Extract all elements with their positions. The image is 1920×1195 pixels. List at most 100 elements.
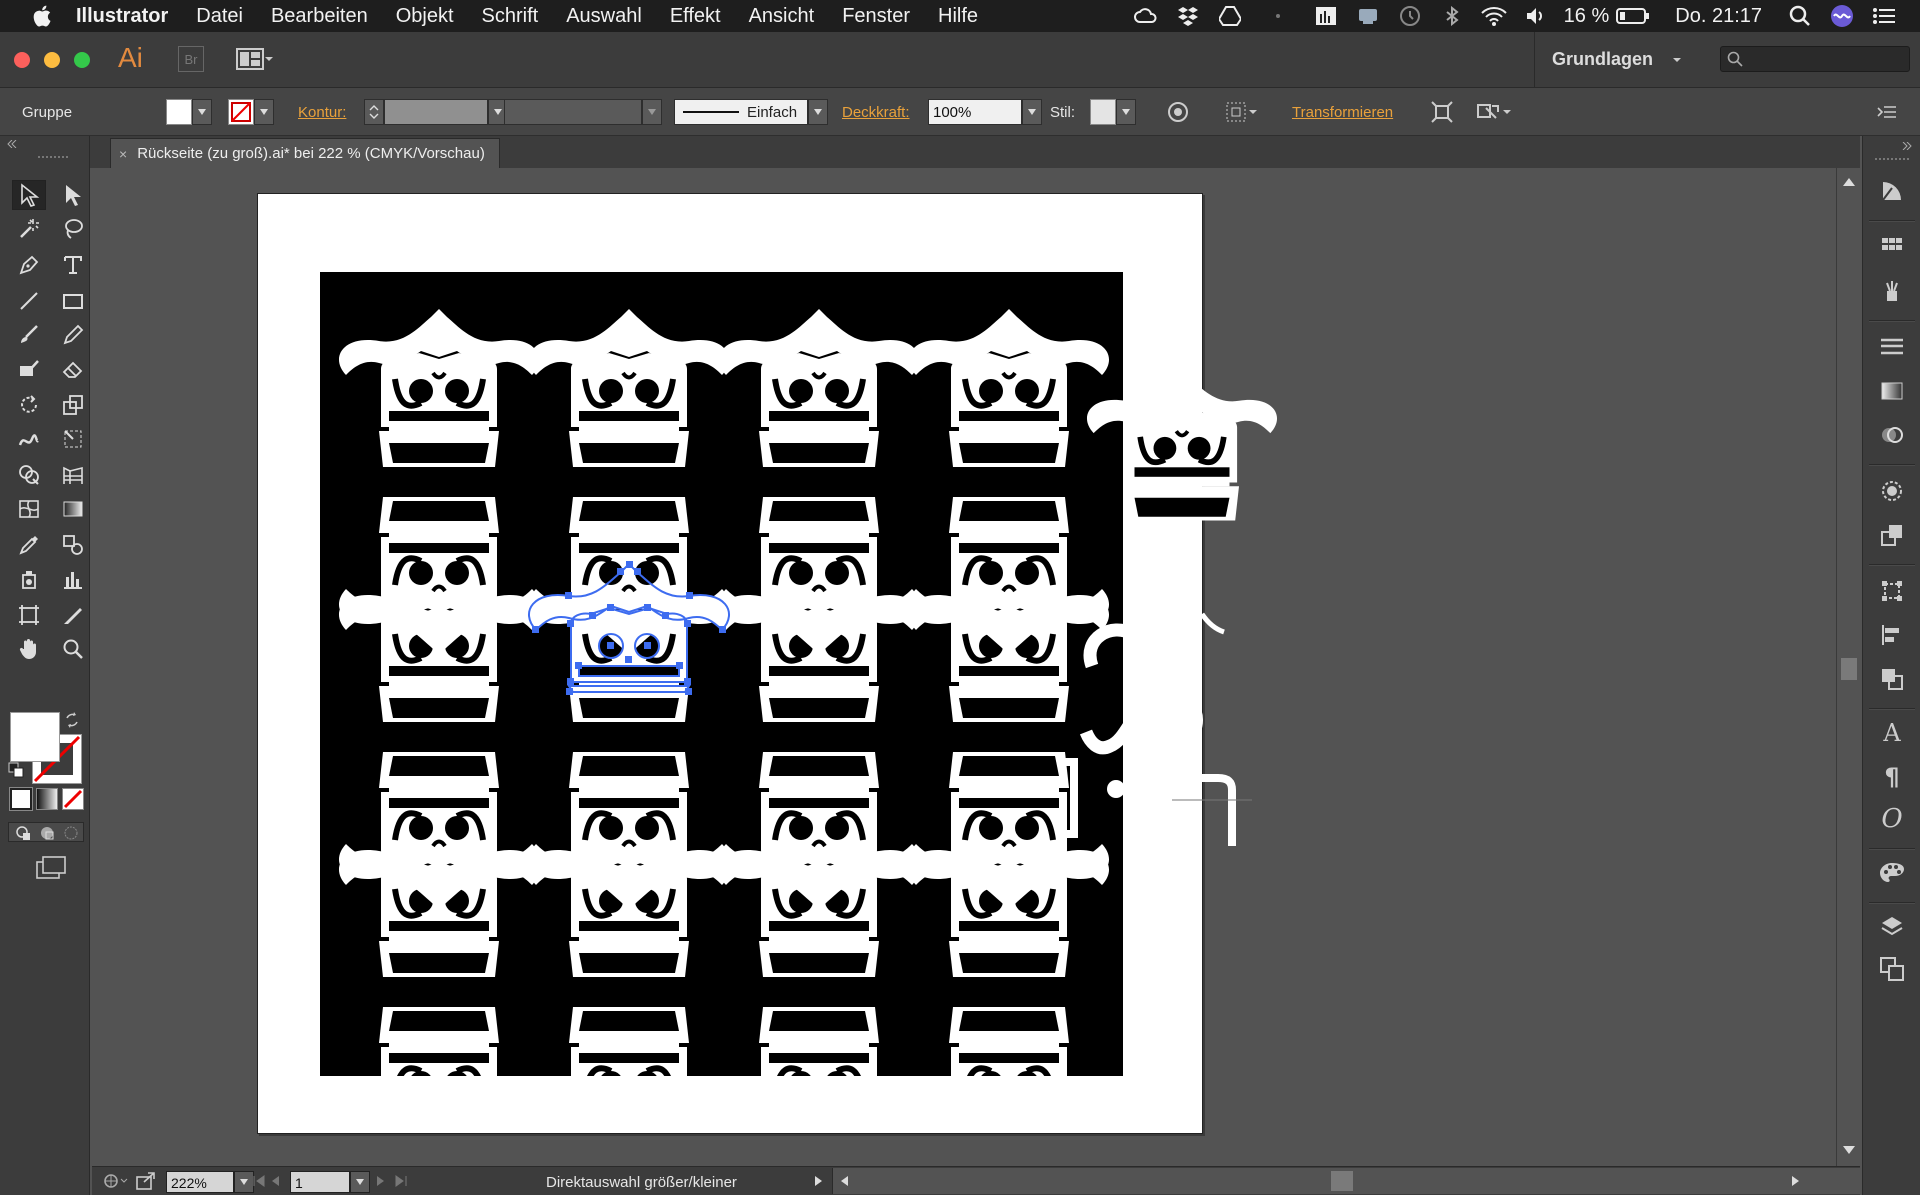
width-tool[interactable] xyxy=(12,424,46,454)
bridge-button[interactable]: Br xyxy=(178,46,204,72)
menu-ansicht[interactable]: Ansicht xyxy=(749,5,815,28)
width-profile-dropdown[interactable] xyxy=(642,99,662,125)
stroke-weight-stepper[interactable] xyxy=(364,99,384,125)
fill-color-swatch[interactable] xyxy=(10,712,60,762)
help-search-input[interactable] xyxy=(1720,46,1910,72)
apple-icon[interactable] xyxy=(30,3,56,29)
brush-definition-control[interactable]: Einfach xyxy=(674,98,828,126)
stroke-swatch-none[interactable] xyxy=(228,99,254,125)
graphic-style-swatch[interactable] xyxy=(1090,99,1116,125)
window-minimize-button[interactable] xyxy=(44,52,60,68)
horizontal-scroll-thumb[interactable] xyxy=(1331,1171,1353,1191)
google-drive-icon[interactable] xyxy=(1216,5,1244,27)
glyph-stroke[interactable] xyxy=(1138,611,1181,633)
expand-panels-icon[interactable] xyxy=(1901,142,1913,150)
recolor-artwork-button[interactable] xyxy=(1166,98,1190,126)
menu-effekt[interactable]: Effekt xyxy=(670,5,721,28)
app-menu[interactable]: Illustrator xyxy=(76,5,168,28)
appearance-panel-button[interactable] xyxy=(1877,476,1907,506)
close-tab-icon[interactable]: × xyxy=(119,146,127,162)
stroke-panel-link[interactable]: Kontur: xyxy=(298,98,346,126)
pasteboard-glyph-pieces[interactable] xyxy=(1052,348,1282,848)
panel-grip[interactable] xyxy=(1875,158,1909,160)
bluetooth-icon[interactable] xyxy=(1438,5,1466,27)
draw-behind-icon[interactable] xyxy=(39,825,55,841)
align-options-button[interactable] xyxy=(1224,98,1258,126)
zoom-level-input[interactable]: 222% xyxy=(166,1171,234,1193)
glyph-stroke[interactable] xyxy=(1199,612,1225,635)
wifi-icon[interactable] xyxy=(1480,5,1508,27)
mesh-tool[interactable] xyxy=(12,494,46,524)
character-panel-button[interactable]: A xyxy=(1877,718,1907,748)
graphic-style-dropdown[interactable] xyxy=(1116,99,1136,125)
transform-panel-link[interactable]: Transformieren xyxy=(1292,98,1393,126)
previous-artboard-icon[interactable] xyxy=(270,1175,280,1187)
column-graph-tool[interactable] xyxy=(56,564,90,594)
menu-datei[interactable]: Datei xyxy=(196,5,243,28)
paintbrush-tool[interactable] xyxy=(12,320,46,350)
fill-color-control[interactable] xyxy=(166,98,212,126)
opacity-panel-link[interactable]: Deckkraft: xyxy=(842,98,910,126)
stroke-color-control[interactable] xyxy=(228,98,274,126)
variable-width-profile[interactable] xyxy=(504,98,662,126)
gradient-mode-button[interactable] xyxy=(36,788,58,810)
opacity-input[interactable]: 100% xyxy=(928,99,1022,125)
transform-panel-button[interactable] xyxy=(1877,576,1907,606)
battery-icon[interactable] xyxy=(1615,5,1651,27)
creative-cloud-icon[interactable] xyxy=(1132,5,1160,27)
transparency-panel-button[interactable] xyxy=(1877,420,1907,450)
gradient-tool[interactable] xyxy=(56,494,90,524)
volume-icon[interactable] xyxy=(1522,5,1550,27)
brushes-panel-button[interactable] xyxy=(1877,276,1907,306)
pen-tool[interactable] xyxy=(12,250,46,280)
spotlight-search-icon[interactable] xyxy=(1786,5,1814,27)
width-profile-field[interactable] xyxy=(504,99,642,125)
magic-wand-tool[interactable] xyxy=(12,214,46,244)
glyph-swirl-top[interactable] xyxy=(1083,623,1203,688)
control-bar-menu-button[interactable] xyxy=(1876,98,1896,126)
free-transform-tool[interactable] xyxy=(56,424,90,454)
rotate-tool[interactable] xyxy=(12,390,46,420)
siri-icon[interactable] xyxy=(1828,5,1856,27)
draw-normal-icon[interactable] xyxy=(15,825,31,841)
vertical-scroll-thumb[interactable] xyxy=(1841,658,1857,680)
activity-monitor-icon[interactable] xyxy=(1312,5,1340,27)
brush-definition-dropdown[interactable] xyxy=(808,99,828,125)
collapse-panel-icon[interactable] xyxy=(6,140,18,148)
status-menu-icon[interactable] xyxy=(814,1175,824,1187)
edit-group-button[interactable] xyxy=(1476,98,1512,126)
graphic-style-control[interactable] xyxy=(1090,98,1136,126)
zoom-dropdown[interactable] xyxy=(234,1171,254,1193)
shaper-tool[interactable] xyxy=(12,354,46,384)
scale-tool[interactable] xyxy=(56,390,90,420)
paragraph-panel-button[interactable]: ¶ xyxy=(1877,762,1907,792)
shape-builder-tool[interactable] xyxy=(12,460,46,490)
network-drive-icon[interactable] xyxy=(1354,5,1382,27)
window-zoom-button[interactable] xyxy=(74,52,90,68)
hand-tool[interactable] xyxy=(12,634,46,664)
lasso-tool[interactable] xyxy=(56,214,90,244)
color-themes-panel-button[interactable] xyxy=(1877,858,1907,888)
stroke-weight-control[interactable] xyxy=(364,98,508,126)
artboard-tool[interactable] xyxy=(12,600,46,630)
chevron-down-icon[interactable] xyxy=(1672,56,1682,64)
opacity-dropdown[interactable] xyxy=(1022,99,1042,125)
vertical-scrollbar[interactable] xyxy=(1836,168,1860,1166)
scroll-right-icon[interactable] xyxy=(1791,1175,1801,1187)
stroke-dropdown[interactable] xyxy=(254,99,274,125)
fill-dropdown[interactable] xyxy=(192,99,212,125)
graphic-styles-panel-button[interactable] xyxy=(1877,520,1907,550)
symbol-sprayer-tool[interactable] xyxy=(12,564,46,594)
next-artboard-icon[interactable] xyxy=(376,1175,386,1187)
menu-auswahl[interactable]: Auswahl xyxy=(566,5,642,28)
menu-fenster[interactable]: Fenster xyxy=(842,5,910,28)
perspective-grid-tool[interactable] xyxy=(56,460,90,490)
menubar-extra-icon[interactable] xyxy=(1258,5,1298,27)
stroke-panel-button[interactable] xyxy=(1877,332,1907,362)
artboards-panel-button[interactable] xyxy=(1877,954,1907,984)
align-panel-button[interactable] xyxy=(1877,620,1907,650)
layers-panel-button[interactable] xyxy=(1877,912,1907,942)
scroll-up-icon[interactable] xyxy=(1843,176,1855,186)
first-artboard-icon[interactable] xyxy=(252,1175,266,1187)
zoom-tool[interactable] xyxy=(56,634,90,664)
